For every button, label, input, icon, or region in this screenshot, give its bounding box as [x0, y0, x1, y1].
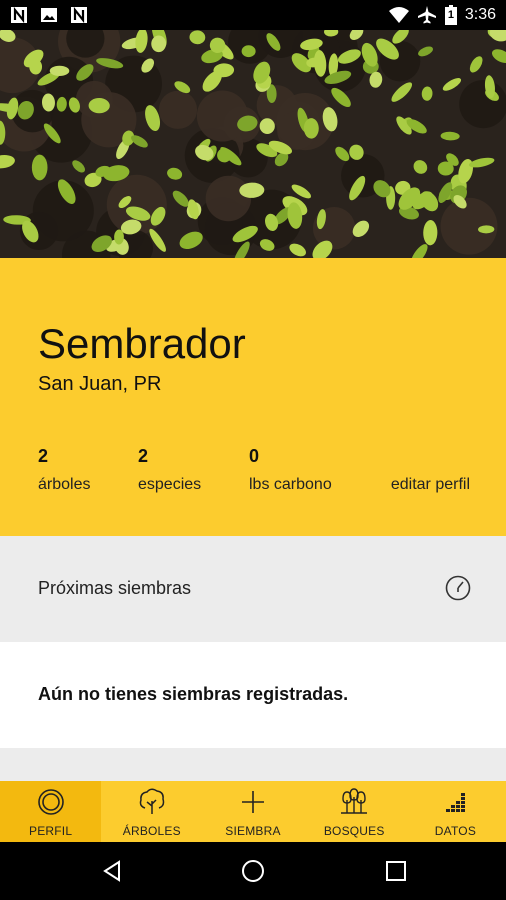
tab-bosques[interactable]: BOSQUES — [304, 781, 405, 842]
tree-icon — [139, 788, 165, 814]
tab-label: SIEMBRA — [225, 824, 281, 838]
hero-image — [0, 30, 506, 258]
battery-level: 1 — [447, 9, 454, 21]
home-icon[interactable] — [241, 859, 265, 883]
tab-siembra[interactable]: SIEMBRA — [202, 781, 303, 842]
tab-label: BOSQUES — [323, 824, 385, 838]
stat-trees-label: árboles — [38, 476, 91, 493]
tab-datos[interactable]: DATOS — [405, 781, 506, 842]
stat-carbon-value: 0 — [249, 446, 260, 466]
status-bar: 1 3:36 — [0, 0, 506, 30]
tab-arboles[interactable]: ÁRBOLES — [101, 781, 202, 842]
n-app-icon — [11, 6, 27, 24]
tab-label: ÁRBOLES — [122, 824, 181, 838]
plus-icon — [242, 791, 264, 813]
profile-location: San Juan, PR — [38, 373, 162, 395]
airplane-icon — [417, 6, 436, 24]
recents-icon[interactable] — [384, 859, 408, 883]
tab-label: PERFIL — [28, 824, 73, 838]
forest-icon — [341, 788, 368, 814]
empty-state-message: Aún no tienes siembras registradas. — [38, 684, 349, 704]
divider — [0, 748, 506, 781]
back-icon[interactable] — [100, 859, 124, 883]
n-app-icon — [71, 6, 87, 24]
profile-icon — [37, 789, 64, 815]
profile-name: Sembrador — [38, 320, 246, 367]
upcoming-plantings-title: Próximas siembras — [38, 578, 192, 598]
tab-label: DATOS — [434, 824, 477, 838]
profile-header: Sembrador San Juan, PR 2 árboles 2 espec… — [0, 258, 506, 536]
edit-profile-link[interactable]: editar perfil — [391, 476, 470, 494]
upcoming-plantings-header: Próximas siembras — [0, 536, 506, 642]
seedlings-photo — [0, 30, 506, 258]
wifi-icon — [388, 7, 409, 23]
stat-trees-value: 2 — [38, 446, 49, 466]
image-icon — [41, 8, 57, 22]
battery-indicator: 1 — [444, 5, 457, 25]
clock-icon[interactable] — [444, 574, 472, 602]
system-nav-bar — [0, 842, 506, 900]
clock-time: 3:36 — [464, 6, 496, 23]
empty-state: Aún no tienes siembras registradas. — [0, 642, 506, 748]
stat-carbon-label: lbs carbono — [249, 476, 332, 493]
stat-species-label: especies — [138, 476, 202, 493]
tab-perfil[interactable]: PERFIL — [0, 781, 102, 842]
chart-icon — [446, 793, 466, 812]
stat-species-value: 2 — [138, 446, 149, 466]
bottom-tab-bar: PERFIL ÁRBOLES SIEMBRA BOSQUES DATOS — [0, 781, 506, 842]
